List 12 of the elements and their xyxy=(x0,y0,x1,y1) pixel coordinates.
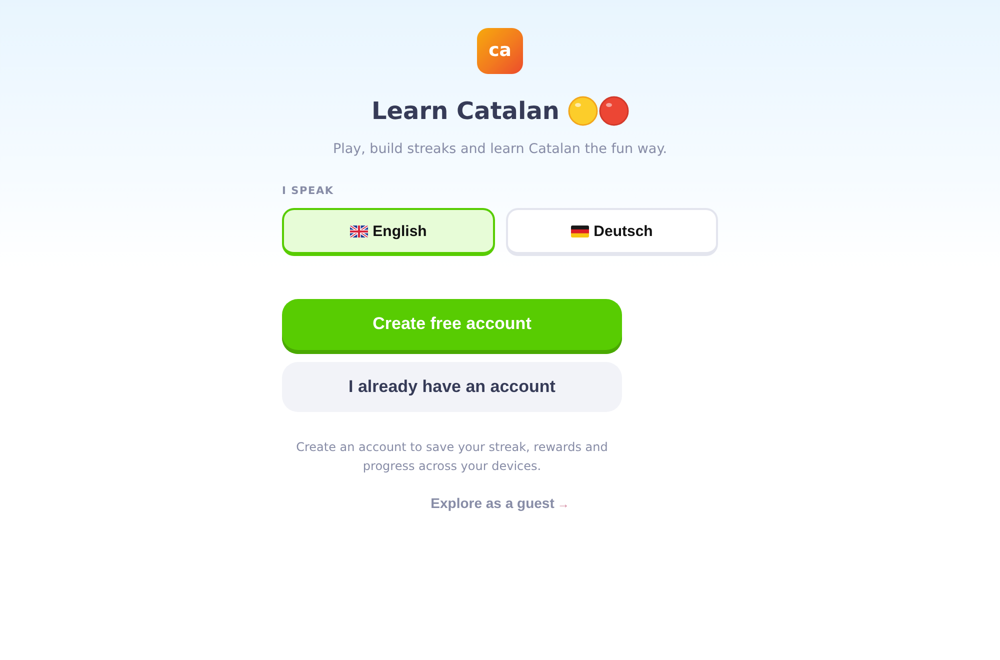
subtitle: Play, build streaks and learn Catalan the fun way. xyxy=(332,140,668,158)
page-title: Learn Catalan xyxy=(371,96,560,127)
circle-icon xyxy=(598,96,629,126)
sign-in-button[interactable]: I already have an account xyxy=(282,362,622,412)
app-logo: ca xyxy=(477,28,523,74)
language-option[interactable]: English xyxy=(282,208,494,256)
section-label: I SPEAK xyxy=(282,185,334,197)
flag-icon xyxy=(350,224,368,238)
info-text: Create an account to save your streak, rewards and progress across your devices. xyxy=(295,439,609,475)
language-option[interactable]: Deutsch xyxy=(506,208,718,256)
flag-icon xyxy=(570,224,589,238)
circle-icon xyxy=(568,96,598,126)
